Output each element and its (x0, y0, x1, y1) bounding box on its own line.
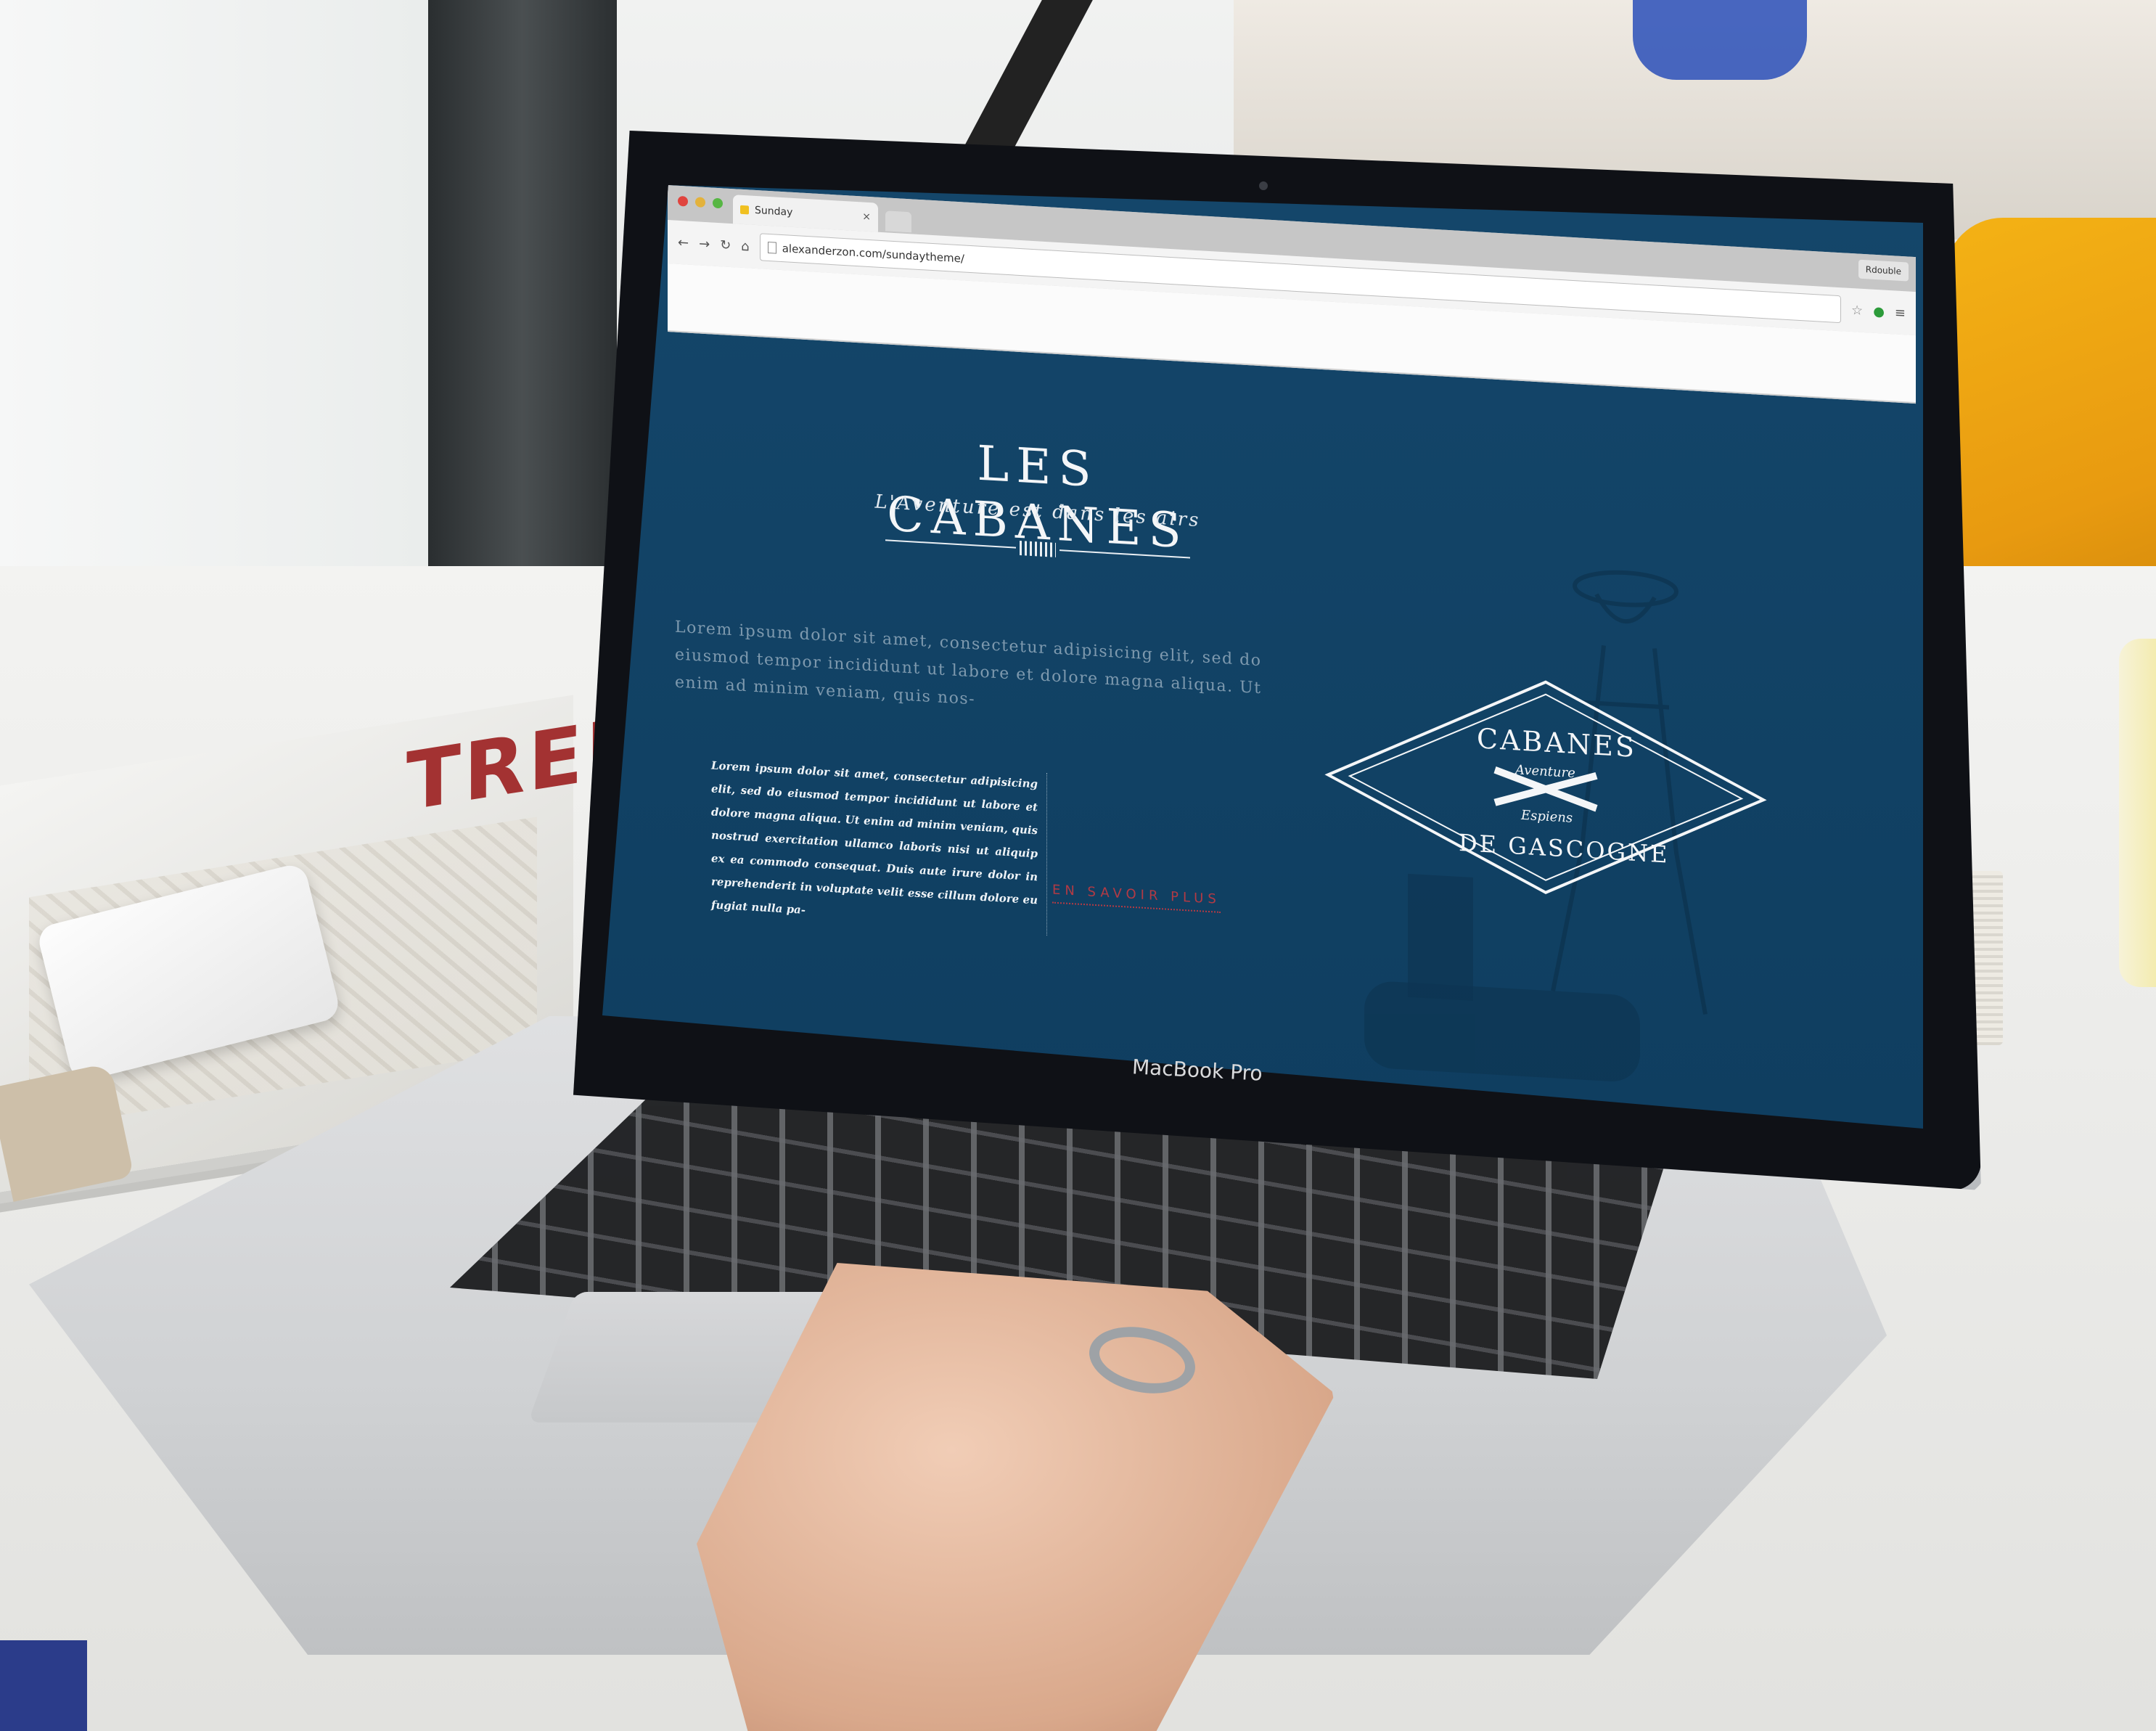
badge-script-bottom: Espiens (1521, 807, 1573, 826)
laptop-screen: LES CABANES L'Aventure est dans les airs… (602, 185, 1923, 1129)
reload-icon[interactable]: ↻ (720, 237, 731, 253)
webcam (1259, 181, 1268, 190)
new-tab-button[interactable] (885, 210, 911, 233)
minimize-window-icon[interactable] (695, 197, 705, 208)
website-content: LES CABANES L'Aventure est dans les airs… (668, 308, 1916, 1129)
star-icon[interactable]: ☆ (1851, 303, 1863, 319)
forward-arrow-icon[interactable]: → (699, 236, 710, 252)
favicon-icon (740, 205, 749, 215)
profile-button[interactable]: Rdouble (1858, 259, 1909, 282)
blue-object (1633, 0, 1807, 80)
page-icon (767, 241, 776, 254)
tab-title: Sunday (755, 204, 793, 218)
close-window-icon[interactable] (678, 195, 688, 207)
photo-scene: TREK LES CABANES L'Aventure est dans les… (0, 0, 2156, 1731)
cabanes-badge: CABANES Aventure Espiens DE GASCOGNE (1321, 666, 1771, 909)
sleeve (0, 1640, 87, 1731)
window-controls (678, 195, 723, 209)
home-icon[interactable]: ⌂ (741, 238, 749, 254)
ornament-line-right (1059, 549, 1190, 559)
back-arrow-icon[interactable]: ← (678, 234, 689, 250)
log-pile (1364, 981, 1640, 1082)
extension-icon[interactable]: ● (1873, 303, 1885, 319)
yellow-mug (2119, 639, 2156, 987)
badge-diamond-icon (1324, 680, 1767, 894)
url-text: alexanderzon.com/sundaytheme/ (782, 242, 964, 266)
zoom-window-icon[interactable] (713, 197, 723, 209)
dark-pillar (428, 0, 617, 639)
log-stump (1408, 873, 1473, 1002)
intro-paragraph: Lorem ipsum dolor sit amet, consectetur … (675, 618, 1262, 709)
tab-close-icon[interactable]: × (862, 210, 871, 223)
more-link[interactable]: EN SAVOIR PLUS (1052, 882, 1221, 913)
ornament-feather (1020, 540, 1056, 557)
menu-icon[interactable]: ≡ (1895, 305, 1906, 321)
body-paragraph: Lorem ipsum dolor sit amet, consectetur … (711, 753, 1047, 936)
ornament-line-left (885, 539, 1016, 549)
website-background: LES CABANES L'Aventure est dans les airs… (602, 185, 1923, 1129)
